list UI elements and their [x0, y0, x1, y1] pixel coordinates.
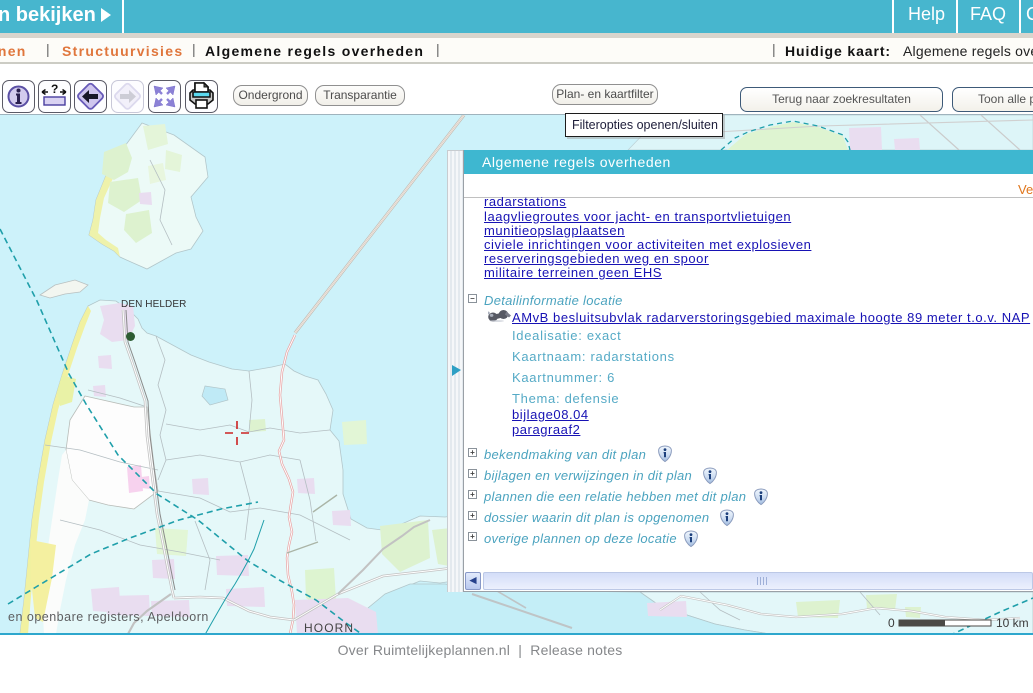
svg-text:en openbare registers, Apeldoo: en openbare registers, Apeldoorn [8, 610, 209, 624]
svg-text:?: ? [51, 82, 58, 96]
svg-text:10 km: 10 km [996, 616, 1029, 630]
svg-text:0: 0 [888, 616, 895, 630]
svg-text:DEN HELDER: DEN HELDER [121, 299, 186, 310]
